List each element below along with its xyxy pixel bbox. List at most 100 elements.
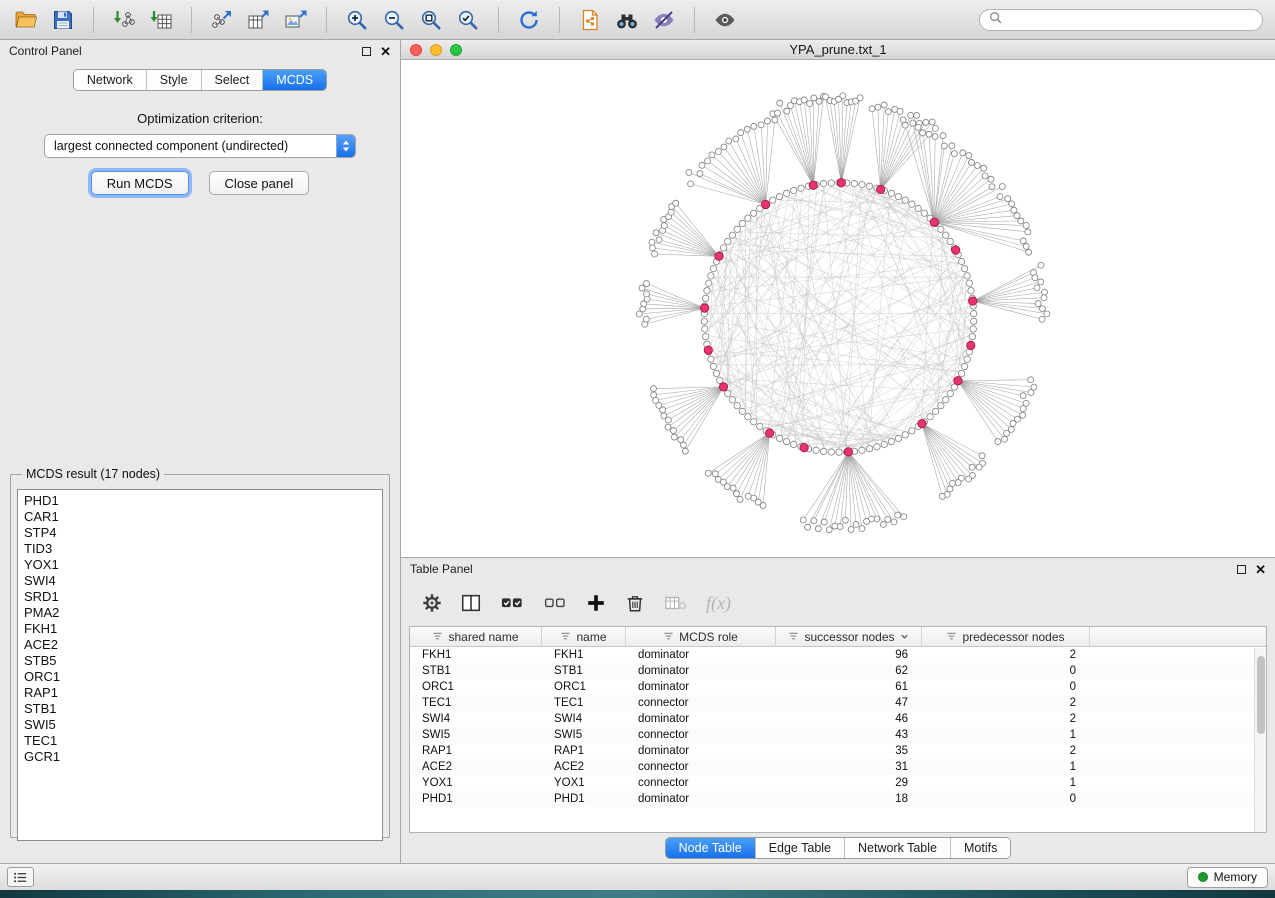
apply-layout-icon[interactable] — [513, 5, 545, 35]
tab-select[interactable]: Select — [202, 70, 264, 90]
table-row[interactable]: ORC1ORC1dominator610 — [410, 679, 1266, 695]
table-scrollbar[interactable] — [1254, 648, 1266, 832]
open-session-icon[interactable] — [10, 5, 42, 35]
export-network-icon[interactable] — [206, 5, 238, 35]
table-row[interactable]: RAP1RAP1dominator352 — [410, 743, 1266, 759]
column-header-successor-nodes[interactable]: successor nodes — [776, 627, 922, 646]
result-node-item[interactable]: YOX1 — [24, 557, 376, 573]
zoom-window-button[interactable] — [450, 44, 462, 56]
zoom-fit-icon[interactable] — [415, 5, 447, 35]
table-row[interactable]: FKH1FKH1dominator962 — [410, 647, 1266, 663]
optimization-criterion-label: Optimization criterion: — [0, 111, 400, 126]
tab-style[interactable]: Style — [147, 70, 202, 90]
result-node-item[interactable]: GCR1 — [24, 749, 376, 765]
result-node-item[interactable]: ORC1 — [24, 669, 376, 685]
export-document-icon[interactable] — [574, 5, 606, 35]
table-row[interactable]: YOX1YOX1connector291 — [410, 775, 1266, 791]
table-row[interactable]: TEC1TEC1connector472 — [410, 695, 1266, 711]
column-header-name[interactable]: name — [542, 627, 626, 646]
close-panel-button[interactable]: Close panel — [209, 171, 310, 195]
result-node-item[interactable]: CAR1 — [24, 509, 376, 525]
table-settings-gear-icon[interactable] — [421, 588, 443, 618]
sort-icon — [946, 631, 957, 642]
result-node-item[interactable]: PMA2 — [24, 605, 376, 621]
table-cell: connector — [626, 777, 776, 789]
table-cell: 1 — [922, 777, 1090, 789]
float-panel-icon[interactable] — [362, 47, 371, 56]
column-header-shared-name[interactable]: shared name — [410, 627, 542, 646]
result-node-item[interactable]: ACE2 — [24, 637, 376, 653]
table-cell: PHD1 — [542, 793, 626, 805]
app-window: Control Panel ✕ NetworkStyleSelectMCDS O… — [0, 0, 1275, 898]
result-node-item[interactable]: STB1 — [24, 701, 376, 717]
zoom-out-icon[interactable] — [378, 5, 410, 35]
select-all-icon[interactable] — [499, 588, 525, 618]
tab-node-table[interactable]: Node Table — [666, 838, 756, 858]
result-node-item[interactable]: TEC1 — [24, 733, 376, 749]
table-scrollbar-thumb[interactable] — [1257, 656, 1265, 734]
toolbar-separator — [694, 7, 695, 33]
toolbar-separator — [191, 7, 192, 33]
save-session-icon[interactable] — [47, 5, 79, 35]
network-canvas[interactable] — [401, 60, 1275, 557]
run-mcds-button[interactable]: Run MCDS — [91, 171, 189, 195]
result-node-item[interactable]: STB5 — [24, 653, 376, 669]
table-row[interactable]: PHD1PHD1dominator180 — [410, 791, 1266, 807]
zoom-selected-icon[interactable] — [452, 5, 484, 35]
zoom-in-icon[interactable] — [341, 5, 373, 35]
tab-mcds[interactable]: MCDS — [263, 70, 326, 90]
table-row[interactable]: SWI5SWI5connector431 — [410, 727, 1266, 743]
result-node-item[interactable]: RAP1 — [24, 685, 376, 701]
show-columns-icon[interactable] — [460, 588, 482, 618]
close-window-button[interactable] — [410, 44, 422, 56]
table-row[interactable]: ACE2ACE2connector311 — [410, 759, 1266, 775]
close-panel-icon[interactable]: ✕ — [380, 45, 391, 58]
result-node-item[interactable]: STP4 — [24, 525, 376, 541]
result-node-item[interactable]: SWI4 — [24, 573, 376, 589]
column-header-predecessor-nodes[interactable]: predecessor nodes — [922, 627, 1090, 646]
tab-edge-table[interactable]: Edge Table — [756, 838, 845, 858]
close-panel-icon[interactable]: ✕ — [1255, 563, 1266, 576]
tab-network-table[interactable]: Network Table — [845, 838, 951, 858]
mcds-result-group: MCDS result (17 nodes) PHD1CAR1STP4TID3Y… — [10, 467, 390, 838]
result-node-item[interactable]: SRD1 — [24, 589, 376, 605]
task-history-button[interactable] — [7, 867, 34, 887]
table-cell: dominator — [626, 649, 776, 661]
search-input[interactable] — [1008, 13, 1253, 27]
table-cell: SWI5 — [542, 729, 626, 741]
table-cell: 2 — [922, 649, 1090, 661]
export-image-icon[interactable] — [280, 5, 312, 35]
search-box[interactable] — [979, 9, 1263, 31]
result-node-item[interactable]: FKH1 — [24, 621, 376, 637]
import-network-icon[interactable] — [108, 5, 140, 35]
hide-details-icon[interactable] — [648, 5, 680, 35]
table-row[interactable]: STB1STB1dominator620 — [410, 663, 1266, 679]
tab-motifs[interactable]: Motifs — [951, 838, 1010, 858]
criterion-dropdown[interactable]: largest connected component (undirected) — [44, 134, 356, 158]
toolbar-separator — [498, 7, 499, 33]
find-binoculars-icon[interactable] — [611, 5, 643, 35]
result-node-item[interactable]: TID3 — [24, 541, 376, 557]
table-cell: PHD1 — [410, 793, 542, 805]
memory-button[interactable]: Memory — [1187, 867, 1268, 888]
add-column-icon[interactable] — [585, 588, 607, 618]
tab-network[interactable]: Network — [74, 70, 147, 90]
delete-column-icon[interactable] — [624, 588, 646, 618]
table-cell: FKH1 — [542, 649, 626, 661]
function-builder-icon-disabled: f(x) — [706, 593, 731, 614]
table-cell: STB1 — [410, 665, 542, 677]
table-cell: ORC1 — [542, 681, 626, 693]
result-node-item[interactable]: PHD1 — [24, 493, 376, 509]
export-table-icon[interactable] — [243, 5, 275, 35]
eye-icon[interactable] — [709, 5, 741, 35]
import-table-icon[interactable] — [145, 5, 177, 35]
table-row[interactable]: SWI4SWI4dominator462 — [410, 711, 1266, 727]
table-cell: ORC1 — [410, 681, 542, 693]
float-panel-icon[interactable] — [1237, 565, 1246, 574]
deselect-all-icon[interactable] — [542, 588, 568, 618]
table-cell: YOX1 — [410, 777, 542, 789]
column-header-MCDS-role[interactable]: MCDS role — [626, 627, 776, 646]
minimize-window-button[interactable] — [430, 44, 442, 56]
table-cell: SWI5 — [410, 729, 542, 741]
result-node-item[interactable]: SWI5 — [24, 717, 376, 733]
